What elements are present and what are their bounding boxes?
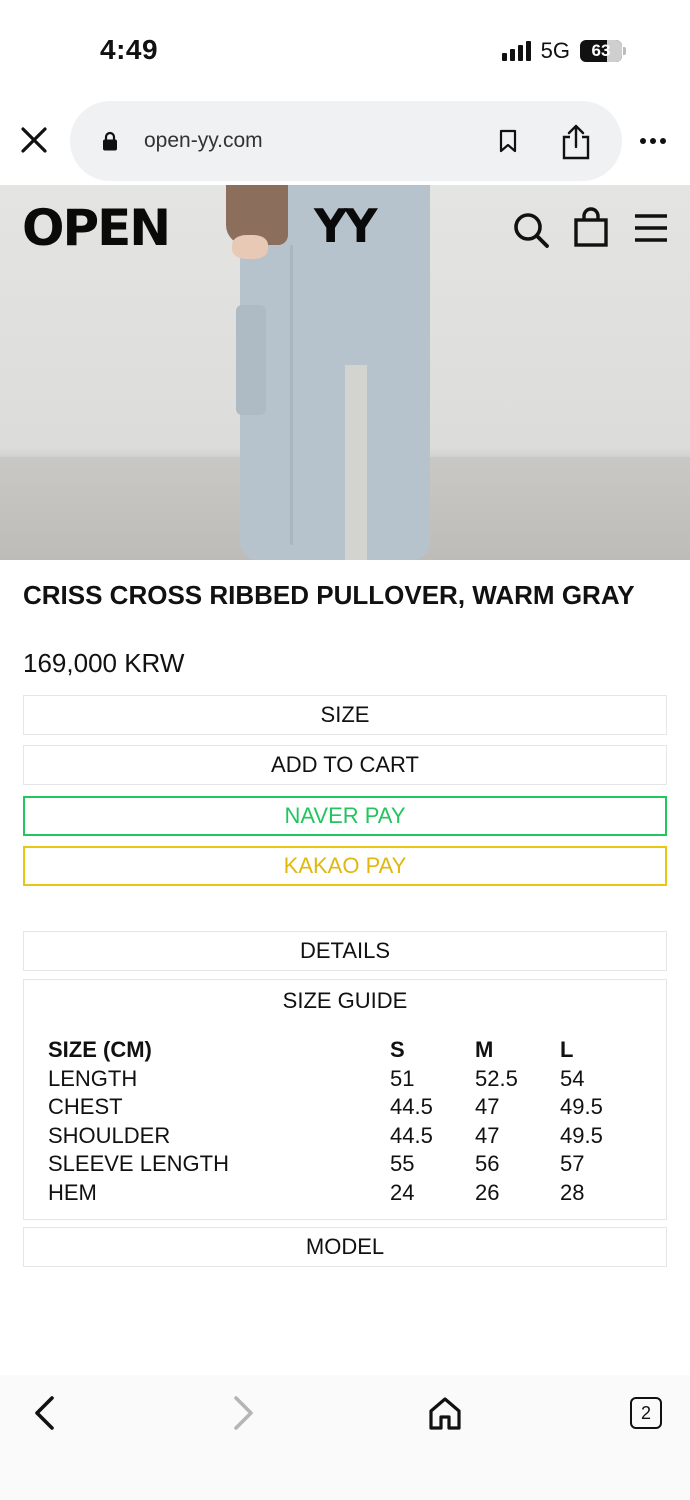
forward-icon[interactable] [228,1395,258,1431]
home-icon[interactable] [428,1395,462,1431]
table-cell: 56 [475,1151,500,1176]
table-row: LENGTH 51 52.5 54 [48,1065,640,1094]
table-cell: 49.5 [560,1094,603,1119]
menu-icon[interactable] [634,213,668,243]
close-icon[interactable] [18,124,50,156]
table-cell: SHOULDER [48,1122,171,1148]
table-cell: SLEEVE LENGTH [48,1151,229,1176]
table-cell: 52.5 [475,1065,518,1091]
brand-logo[interactable]: OPEN [22,199,171,257]
table-row: HEM 24 26 28 [48,1179,640,1208]
table-header-row: SIZE (CM) S M L [48,1036,640,1065]
table-row: SLEEVE LENGTH 55 56 57 [48,1150,640,1179]
battery-level: 63 [591,41,611,60]
status-time: 4:49 [100,34,159,65]
table-cell: 57 [560,1151,585,1176]
product-title: CRISS CROSS RIBBED PULLOVER, WARM GRAY [23,580,635,610]
table-cell: 24 [390,1179,415,1205]
table-cell: 47 [475,1094,500,1119]
table-cell: 49.5 [560,1122,603,1148]
add-to-cart-button[interactable]: ADD TO CART [23,745,667,785]
signal-icon [501,41,531,61]
table-header-cell: SIZE (CM) [48,1037,152,1062]
table-cell: 44.5 [390,1122,433,1148]
size-guide-table: SIZE (CM) S M L LENGTH 51 52.5 54 CHEST … [48,1036,640,1207]
table-cell: 51 [390,1065,415,1091]
brand-logo-yy[interactable]: YY [314,199,378,253]
more-icon[interactable] [640,138,666,144]
address-bar[interactable]: open-yy.com [70,101,622,181]
browser-toolbar: 2 [0,1375,690,1500]
tabs-icon[interactable]: 2 [630,1397,662,1429]
shopping-bag-icon[interactable] [573,207,609,247]
product-price: 169,000 KRW [23,648,185,678]
search-icon[interactable] [512,211,550,249]
size-button[interactable]: SIZE [23,695,667,735]
size-guide-title[interactable]: SIZE GUIDE [24,988,666,1014]
table-cell: 55 [390,1151,415,1176]
product-image: OPEN YY [0,185,690,560]
table-cell: 47 [475,1122,500,1148]
details-button[interactable]: DETAILS [23,931,667,971]
table-header-cell: L [560,1037,574,1062]
table-cell: 26 [475,1179,500,1205]
table-cell: 28 [560,1179,585,1205]
kakao-pay-button[interactable]: KAKAO PAY [23,846,667,886]
model-button[interactable]: MODEL [23,1227,667,1267]
table-row: CHEST 44.5 47 49.5 [48,1093,640,1122]
table-cell: HEM [48,1179,97,1205]
table-header-cell: S [390,1037,405,1062]
table-header-cell: M [475,1037,494,1062]
share-icon[interactable] [560,123,592,161]
tab-count: 2 [640,1402,651,1423]
back-icon[interactable] [30,1395,60,1431]
network-type: 5G [540,38,570,63]
table-cell: 44.5 [390,1094,433,1119]
lock-icon [103,131,117,151]
size-guide-panel: SIZE GUIDE SIZE (CM) S M L LENGTH 51 52.… [23,979,667,1220]
status-indicators: 5G 63 [501,38,626,64]
table-cell: CHEST [48,1094,123,1119]
table-cell: LENGTH [48,1065,138,1091]
table-cell: 54 [560,1065,585,1091]
status-bar: 4:49 5G 63 [0,0,690,100]
naver-pay-button[interactable]: NAVER PAY [23,796,667,836]
battery-icon: 63 [580,40,626,62]
url-text: open-yy.com [144,129,263,152]
bookmark-icon[interactable] [498,129,518,153]
table-row: SHOULDER 44.5 47 49.5 [48,1122,640,1151]
